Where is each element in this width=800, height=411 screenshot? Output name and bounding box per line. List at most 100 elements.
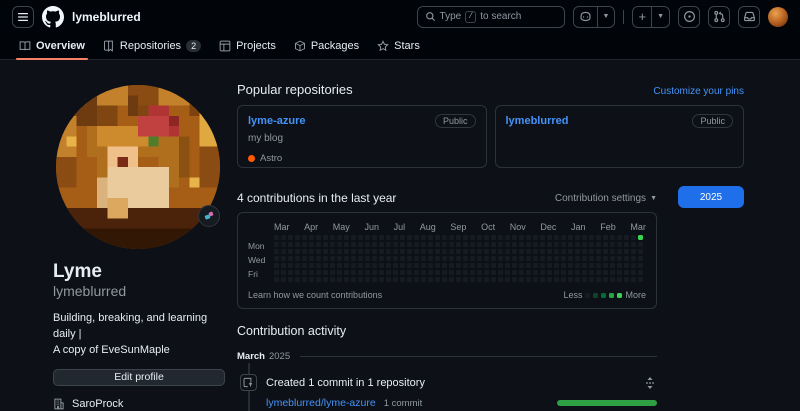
tab-overview[interactable]: Overview bbox=[10, 33, 94, 59]
organization-name[interactable]: SaroProck bbox=[72, 398, 123, 410]
contribution-cell bbox=[316, 277, 321, 282]
contribution-cell bbox=[498, 270, 503, 275]
contributions-section: 4 contributions in the last year Contrib… bbox=[237, 188, 744, 411]
contribution-cell bbox=[498, 235, 503, 240]
contribution-cell bbox=[561, 256, 566, 261]
contribution-cell bbox=[589, 277, 594, 282]
contribution-cell bbox=[638, 235, 643, 240]
contribution-cell bbox=[575, 277, 580, 282]
contribution-cell bbox=[533, 270, 538, 275]
year-2025-button[interactable]: 2025 bbox=[678, 186, 744, 208]
contribution-cell bbox=[484, 263, 489, 268]
contribution-cell bbox=[540, 277, 545, 282]
contribution-cell bbox=[477, 256, 482, 261]
fold-unfold-button[interactable] bbox=[645, 377, 657, 389]
contribution-years: 2025 bbox=[657, 188, 744, 411]
contribution-cell bbox=[400, 242, 405, 247]
status-emoji-badge[interactable] bbox=[198, 205, 220, 227]
contribution-cell bbox=[498, 277, 503, 282]
contribution-activity-title: Contribution activity bbox=[237, 324, 657, 338]
profile-tab-nav: Overview Repositories 2 Projects Package… bbox=[0, 33, 800, 60]
day-labels: MonWedFri bbox=[248, 235, 274, 282]
github-logo[interactable] bbox=[42, 6, 64, 28]
contribution-cell bbox=[386, 263, 391, 268]
tab-packages[interactable]: Packages bbox=[285, 33, 368, 59]
contribution-cell bbox=[351, 277, 356, 282]
contribution-cell bbox=[540, 235, 545, 240]
contribution-cell bbox=[309, 249, 314, 254]
contribution-cell bbox=[631, 235, 636, 240]
contribution-cell bbox=[379, 256, 384, 261]
contribution-cell bbox=[393, 235, 398, 240]
contribution-legend: Less More bbox=[563, 290, 646, 300]
contribution-cell bbox=[421, 277, 426, 282]
contribution-cell bbox=[505, 263, 510, 268]
contributions-header: 4 contributions in the last year Contrib… bbox=[237, 188, 657, 208]
contribution-cell bbox=[456, 256, 461, 261]
contribution-cell bbox=[302, 256, 307, 261]
chevron-down-icon: ▼ bbox=[650, 195, 657, 202]
context-breadcrumb[interactable]: lymeblurred bbox=[72, 10, 141, 24]
organization-row[interactable]: SaroProck bbox=[53, 398, 225, 410]
hamburger-menu-button[interactable] bbox=[12, 6, 34, 28]
contribution-cell bbox=[323, 277, 328, 282]
month-label: Aug bbox=[420, 222, 436, 232]
contribution-cell bbox=[610, 235, 615, 240]
contribution-cell bbox=[344, 263, 349, 268]
contribution-cell bbox=[505, 235, 510, 240]
contribution-cell bbox=[386, 242, 391, 247]
contribution-cell bbox=[344, 249, 349, 254]
contribution-cell bbox=[288, 270, 293, 275]
profile-avatar[interactable] bbox=[56, 85, 220, 249]
contribution-cell bbox=[351, 235, 356, 240]
contribution-settings-dropdown[interactable]: Contribution settings ▼ bbox=[555, 193, 657, 204]
contribution-cell bbox=[526, 235, 531, 240]
contribution-cell bbox=[435, 242, 440, 247]
contribution-cell bbox=[449, 249, 454, 254]
contribution-cell bbox=[519, 263, 524, 268]
contribution-cell bbox=[358, 270, 363, 275]
contribution-cell bbox=[526, 256, 531, 261]
contribution-cell bbox=[512, 277, 517, 282]
commit-repo-link[interactable]: lymeblurred/lyme-azure bbox=[266, 397, 376, 409]
copilot-button[interactable] bbox=[574, 7, 597, 27]
contribution-cell bbox=[379, 242, 384, 247]
customize-pins-link[interactable]: Customize your pins bbox=[653, 86, 744, 97]
contribution-cell bbox=[274, 277, 279, 282]
tab-stars[interactable]: Stars bbox=[368, 33, 429, 59]
contribution-cell bbox=[582, 277, 587, 282]
visibility-badge: Public bbox=[692, 114, 733, 128]
repo-name-link[interactable]: lymeblurred bbox=[506, 115, 569, 127]
contribution-cell bbox=[407, 249, 412, 254]
legend-cells bbox=[585, 293, 622, 298]
contribution-cell bbox=[407, 263, 412, 268]
user-avatar-menu[interactable] bbox=[768, 7, 788, 27]
contribution-cell bbox=[603, 249, 608, 254]
contribution-cell bbox=[393, 270, 398, 275]
contribution-cell bbox=[526, 270, 531, 275]
contribution-cell bbox=[547, 242, 552, 247]
legend-cell bbox=[593, 293, 598, 298]
edit-profile-button[interactable]: Edit profile bbox=[53, 369, 225, 386]
contribution-cell bbox=[274, 256, 279, 261]
tab-projects[interactable]: Projects bbox=[210, 33, 285, 59]
learn-contributions-link[interactable]: Learn how we count contributions bbox=[248, 290, 382, 300]
contribution-cell bbox=[498, 256, 503, 261]
contribution-cell bbox=[554, 256, 559, 261]
contribution-cell bbox=[400, 263, 405, 268]
inbox-button[interactable] bbox=[738, 6, 760, 28]
issues-button[interactable] bbox=[678, 6, 700, 28]
repo-name-link[interactable]: lyme-azure bbox=[248, 115, 305, 127]
search-input[interactable]: Type / to search bbox=[417, 6, 565, 28]
create-new-dropdown-button[interactable]: ▼ bbox=[651, 7, 669, 27]
pull-requests-button[interactable] bbox=[708, 6, 730, 28]
contribution-cell bbox=[442, 242, 447, 247]
contribution-cell bbox=[540, 270, 545, 275]
github-profile-page: lymeblurred Type / to search ▼ + ▼ bbox=[0, 0, 800, 411]
contribution-cell bbox=[519, 256, 524, 261]
tab-repositories[interactable]: Repositories 2 bbox=[94, 33, 210, 59]
copilot-dropdown-button[interactable]: ▼ bbox=[597, 7, 615, 27]
contribution-cell bbox=[484, 235, 489, 240]
contribution-cell bbox=[365, 270, 370, 275]
create-new-button[interactable]: + bbox=[633, 7, 651, 27]
